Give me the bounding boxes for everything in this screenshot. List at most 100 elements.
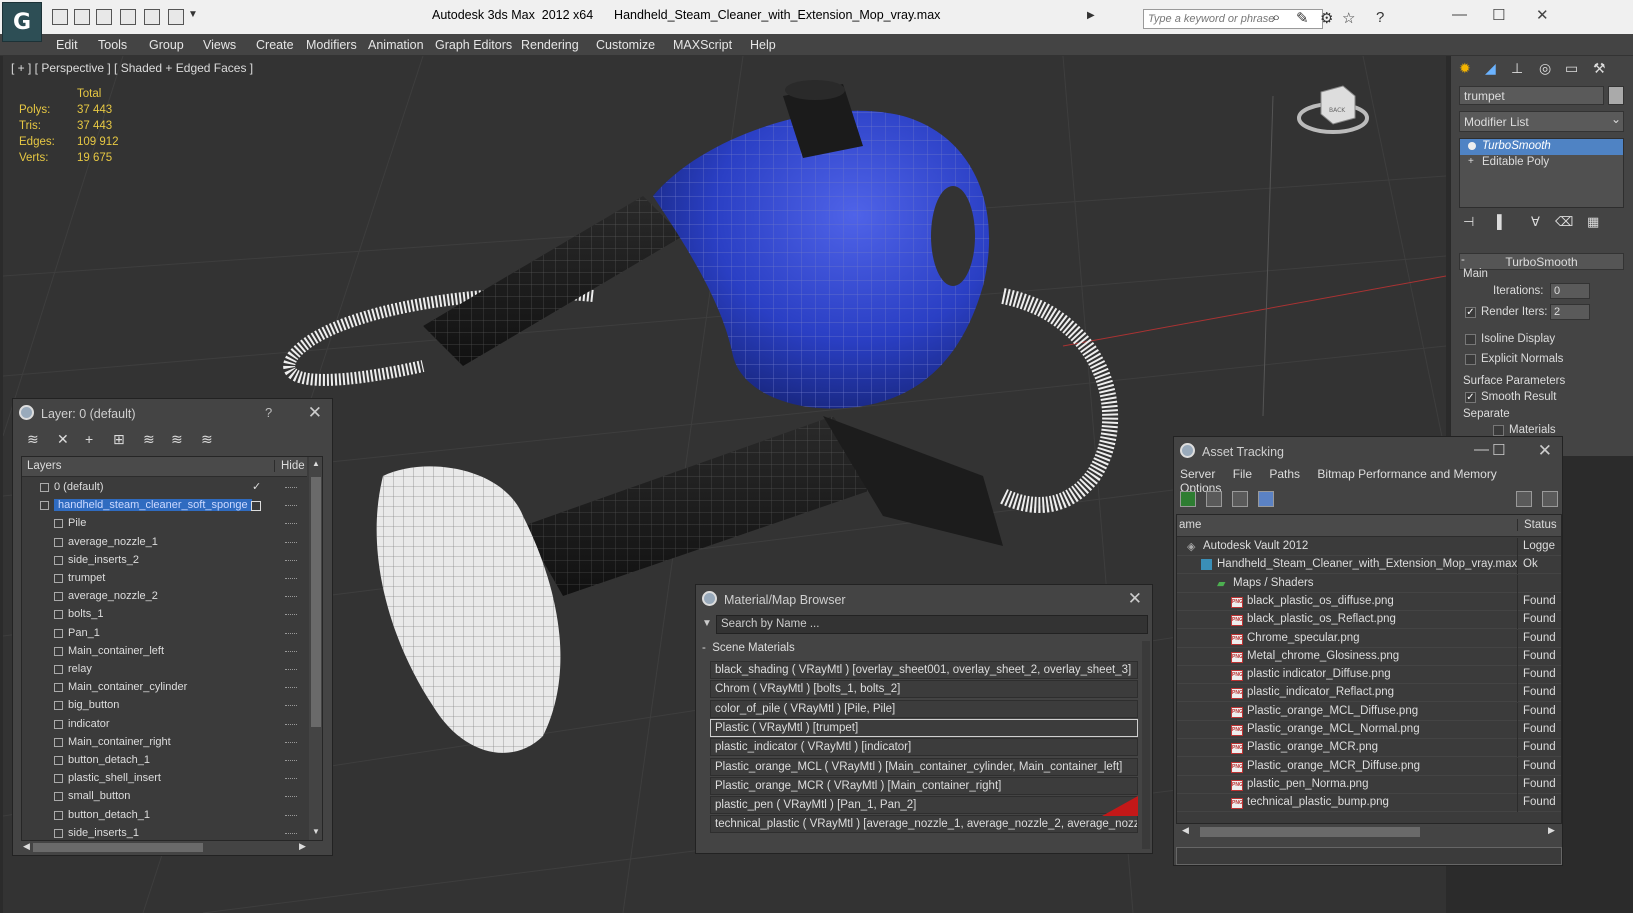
hide-toggle[interactable] <box>285 505 297 507</box>
vertical-scrollbar[interactable]: ▲ ▼ <box>309 457 322 840</box>
material-row[interactable]: technical_plastic ( VRayMtl ) [average_n… <box>710 815 1138 834</box>
layer-row[interactable]: handheld_steam_cleaner_soft_sponge <box>22 497 307 515</box>
layer-row[interactable]: average_nozzle_1 <box>22 534 307 552</box>
communication-icon[interactable]: ⚙ <box>1320 9 1333 27</box>
menu-edit[interactable]: Edit <box>56 38 78 52</box>
hide-toggle[interactable] <box>285 578 297 580</box>
layer-row[interactable]: button_detach_1 <box>22 752 307 770</box>
redo-icon[interactable] <box>144 9 160 25</box>
binoculars-icon[interactable]: ⌕ <box>1272 9 1280 26</box>
hide-toggle[interactable] <box>285 523 297 525</box>
hide-toggle[interactable] <box>285 596 297 598</box>
minimize-button[interactable]: — <box>1452 6 1467 23</box>
stack-item-editable-poly[interactable]: + Editable Poly <box>1460 155 1623 171</box>
list-view-icon[interactable] <box>1206 491 1222 507</box>
layer-row[interactable]: average_nozzle_2 <box>22 588 307 606</box>
create-tab-icon[interactable]: ✹ <box>1459 60 1471 77</box>
layer-row[interactable]: Main_container_right <box>22 734 307 752</box>
menu-animation[interactable]: Animation <box>368 38 424 52</box>
maximize-button[interactable]: ☐ <box>1492 6 1505 24</box>
asset-path-field[interactable] <box>1176 847 1562 865</box>
asset-row[interactable]: PNG Plastic_orange_MCL_Diffuse.png Found <box>1177 702 1561 721</box>
vertical-scrollbar[interactable] <box>1142 641 1150 849</box>
modify-tab-icon[interactable]: ◢ <box>1485 60 1496 77</box>
stack-item-turbosmooth[interactable]: TurboSmooth <box>1460 139 1623 155</box>
menu-views[interactable]: Views <box>203 38 236 52</box>
search-help-icon[interactable] <box>1542 491 1558 507</box>
remove-modifier-icon[interactable]: ⌫ <box>1555 214 1573 230</box>
layer-row[interactable]: relay <box>22 661 307 679</box>
asset-row[interactable]: Handheld_Steam_Cleaner_with_Extension_Mo… <box>1177 556 1561 575</box>
smooth-result-checkbox[interactable]: ✓ <box>1465 392 1476 403</box>
close-icon[interactable]: ✕ <box>1128 589 1142 609</box>
refresh-icon[interactable] <box>1180 491 1196 507</box>
hide-toggle[interactable] <box>285 705 297 707</box>
material-row[interactable]: black_shading ( VRayMtl ) [overlay_sheet… <box>710 661 1138 679</box>
search-by-name-input[interactable]: Search by Name ... <box>716 615 1148 634</box>
menu-help[interactable]: Help <box>750 38 776 52</box>
thumbnail-view-icon[interactable] <box>1232 491 1248 507</box>
display-tab-icon[interactable]: ▭ <box>1565 60 1578 77</box>
hide-toggle[interactable] <box>285 778 297 780</box>
hide-toggle[interactable] <box>285 669 297 671</box>
help-icon[interactable]: ? <box>1376 9 1384 26</box>
scrollbar-thumb[interactable] <box>33 843 203 852</box>
motion-tab-icon[interactable]: ◎ <box>1539 60 1551 77</box>
layer-row[interactable]: button_detach_1 <box>22 807 307 825</box>
utilities-tab-icon[interactable]: ⚒ <box>1593 60 1606 77</box>
scroll-down-icon[interactable]: ▼ <box>312 827 320 836</box>
help-icon[interactable] <box>1516 491 1532 507</box>
layer-dialog-title[interactable]: Layer: 0 (default) <box>13 399 332 427</box>
layer-row[interactable]: 0 (default) ✓ <box>22 479 307 497</box>
asset-row[interactable]: PNG Chrome_specular.png Found <box>1177 629 1561 648</box>
menu-bitmap-performance[interactable]: Bitmap Performance and Memory <box>1317 467 1496 481</box>
layer-row[interactable]: side_inserts_2 <box>22 552 307 570</box>
material-row[interactable]: Plastic_orange_MCR ( VRayMtl ) [Main_con… <box>710 776 1138 795</box>
scroll-left-icon[interactable]: ◀ <box>23 841 30 852</box>
asset-row[interactable]: PNG Metal_chrome_Glosiness.png Found <box>1177 647 1561 666</box>
modifier-list-dropdown[interactable]: Modifier List ⌄ <box>1459 111 1624 132</box>
hierarchy-tab-icon[interactable]: ⊥ <box>1511 60 1523 77</box>
horizontal-scrollbar[interactable]: ◀ ▶ <box>1176 825 1562 839</box>
menu-graph-editors[interactable]: Graph Editors <box>435 38 512 52</box>
save-file-icon[interactable] <box>74 9 90 25</box>
configure-sets-icon[interactable]: ▦ <box>1587 214 1599 230</box>
app-logo-icon[interactable]: G <box>2 2 42 42</box>
asset-row[interactable]: PNG black_plastic_os_diffuse.png Found <box>1177 592 1561 611</box>
layer-row[interactable]: side_inserts_1 <box>22 825 307 840</box>
close-icon[interactable]: ✕ <box>1538 441 1552 461</box>
asset-row[interactable]: ◈ Autodesk Vault 2012 Logge <box>1177 538 1561 556</box>
quick-access-dropdown-icon[interactable]: ▼ <box>188 9 198 20</box>
open-file-icon[interactable] <box>52 9 68 25</box>
show-end-result-icon[interactable]: ▌ <box>1497 214 1506 229</box>
layer-row[interactable]: bolts_1 <box>22 606 307 624</box>
freeze-all-icon[interactable]: ≋ <box>201 431 213 448</box>
layer-row[interactable]: Pile <box>22 515 307 533</box>
layer-row[interactable]: indicator <box>22 716 307 734</box>
checkmark-icon[interactable]: ✓ <box>252 480 261 493</box>
materials-checkbox[interactable] <box>1493 425 1504 436</box>
menu-rendering[interactable]: Rendering <box>521 38 579 52</box>
expand-plus-icon[interactable]: + <box>1468 156 1474 167</box>
asset-row[interactable]: ▰ Maps / Shaders <box>1177 574 1561 593</box>
asset-row[interactable]: PNG Plastic_orange_MCR_Diffuse.png Found <box>1177 757 1561 776</box>
asset-row[interactable]: PNG plastic indicator_Diffuse.png Found <box>1177 666 1561 685</box>
layer-row[interactable]: small_button <box>22 788 307 806</box>
hide-toggle[interactable] <box>285 487 297 489</box>
delete-layer-icon[interactable]: ✕ <box>57 431 69 448</box>
material-row[interactable]: Chrom ( VRayMtl ) [bolts_1, bolts_2] <box>710 680 1138 699</box>
close-icon[interactable]: ✕ <box>308 403 322 423</box>
column-header-layers[interactable]: Layers <box>27 460 62 472</box>
layer-row[interactable]: plastic_shell_insert <box>22 770 307 788</box>
hide-toggle[interactable] <box>285 832 297 835</box>
favorites-star-icon[interactable]: ☆ <box>1342 9 1355 27</box>
help-button[interactable]: ? <box>265 405 272 420</box>
column-header-hide[interactable]: Hide <box>274 460 305 472</box>
menu-paths[interactable]: Paths <box>1269 467 1300 481</box>
hide-toggle[interactable] <box>285 723 297 726</box>
hide-toggle[interactable] <box>285 687 297 689</box>
viewport-label[interactable]: [ + ] [ Perspective ] [ Shaded + Edged F… <box>11 61 253 75</box>
asset-row[interactable]: PNG plastic_indicator_Reflact.png Found <box>1177 684 1561 703</box>
menu-tools[interactable]: Tools <box>98 38 127 52</box>
asset-row[interactable]: PNG Plastic_orange_MCR.png Found <box>1177 739 1561 758</box>
